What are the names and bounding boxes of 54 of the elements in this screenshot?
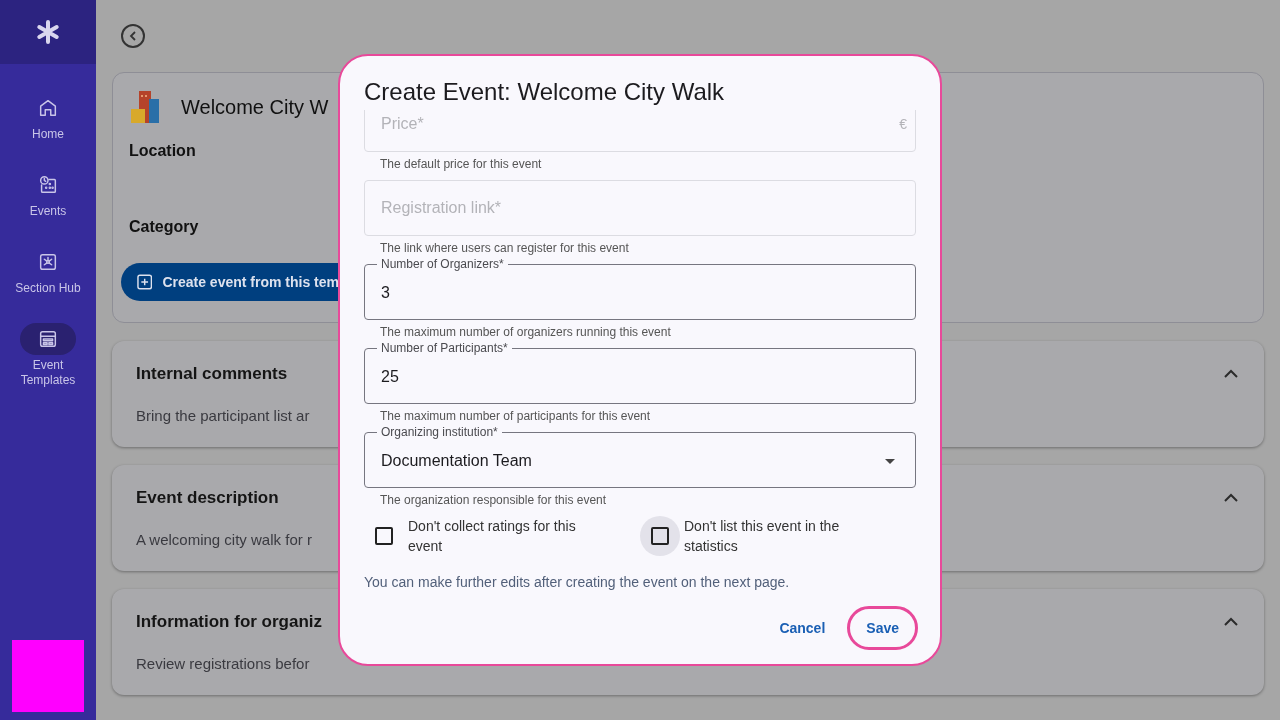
back-button[interactable] [121, 24, 145, 48]
dialog-title: Create Event: Welcome City Walk [364, 77, 726, 107]
select-field[interactable]: Organizing institution* Documentation Team [364, 424, 916, 488]
helper-text: The organization responsible for this event [380, 492, 607, 508]
field-label: Organizing institution* [380, 424, 499, 440]
nav-label: Section Hub [14, 281, 82, 296]
section-text: Review registrations befor [136, 653, 310, 674]
helper-text: The maximum number of organizers running this event [380, 324, 671, 340]
nav-item[interactable]: Home [0, 92, 96, 142]
calendar-clock-icon [37, 174, 59, 196]
placeholder-text: Registration link* [381, 198, 502, 218]
nav-item[interactable]: Section Hub [0, 246, 96, 296]
nav-item[interactable]: Event Templates [0, 323, 96, 388]
section-title: Event description [136, 487, 279, 509]
currency-symbol: € [899, 114, 907, 134]
checkbox-label: Don't collect ratings for this event [408, 517, 577, 556]
asterisk-logo-icon[interactable] [35, 19, 61, 45]
nav-label: Events [28, 204, 68, 219]
field-heading: Location [129, 141, 196, 161]
chevron-up-icon[interactable] [1224, 617, 1238, 627]
field-value: Documentation Team [381, 451, 532, 471]
section-title: Information for organiz [136, 611, 323, 633]
field-label: Number of Participants* [380, 340, 509, 356]
field-label: Number of Organizers* [380, 256, 505, 272]
placeholder-text: Price* [381, 114, 424, 134]
create-event-button[interactable]: Create event from this tem [121, 263, 341, 301]
nav-item[interactable]: Events [0, 169, 96, 219]
home-icon [37, 97, 59, 119]
add-box-icon [137, 274, 153, 290]
input-field[interactable]: Number of Participants* 25 [364, 340, 916, 404]
helper-text: The maximum number of participants for this event [380, 408, 651, 424]
nav-label: Home [31, 127, 65, 142]
helper-text: The default price for this event [380, 156, 542, 172]
section-text: Bring the participant list ar [136, 405, 310, 426]
placeholder-block [12, 640, 84, 712]
checkbox[interactable] [375, 527, 393, 545]
checkbox-label: Don't list this event in the statistics [684, 517, 841, 556]
template-title: Welcome City W [181, 95, 329, 120]
nav-label: Event Templates [19, 358, 77, 388]
chevron-up-icon[interactable] [1224, 369, 1238, 379]
chevron-up-icon[interactable] [1224, 493, 1238, 503]
save-button[interactable]: Save [847, 606, 918, 650]
field-value: 25 [381, 367, 399, 387]
section-title: Internal comments [136, 363, 288, 385]
helper-text: The link where users can register for this event [380, 240, 629, 256]
input-field[interactable]: Number of Organizers* 3 [364, 256, 916, 320]
checkbox[interactable] [651, 527, 669, 545]
network-icon [37, 251, 59, 273]
field-value: 3 [381, 283, 390, 303]
template-icon [37, 328, 59, 350]
cancel-button[interactable]: Cancel [765, 606, 840, 650]
info-note: You can make further edits after creating the event on the next page. [364, 573, 791, 592]
field-heading: Category [129, 217, 199, 237]
section-text: A welcoming city walk for r [136, 529, 312, 550]
